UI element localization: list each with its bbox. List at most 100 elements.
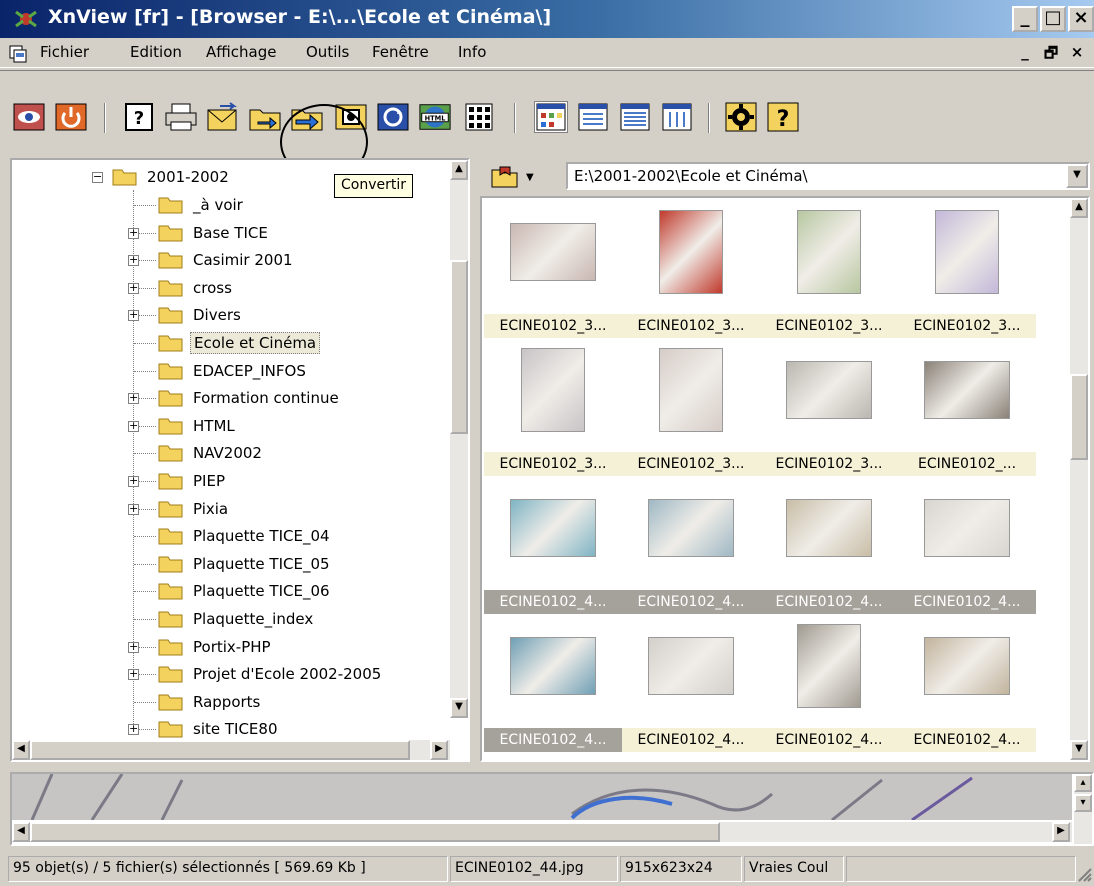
- resize-grip-icon[interactable]: [1076, 866, 1092, 882]
- scroll-up-arrow-icon[interactable]: ▴: [1074, 774, 1092, 792]
- tree-item[interactable]: + Portix-PHP: [122, 634, 274, 660]
- scroll-thumb[interactable]: [1070, 374, 1088, 460]
- mdi-minimize-button[interactable]: _: [1014, 43, 1036, 63]
- capture-button[interactable]: [334, 101, 368, 133]
- thumbnail-item[interactable]: ECINE0102_3...: [622, 338, 760, 476]
- thumbnail-item[interactable]: ECINE0102_4...: [760, 614, 898, 752]
- tree-item[interactable]: + cross: [122, 275, 235, 301]
- convert-button[interactable]: [290, 101, 324, 133]
- slideshow-button[interactable]: [376, 101, 410, 133]
- mdi-restore-button[interactable]: 🗗: [1040, 43, 1062, 63]
- tree-item[interactable]: + Base TICE: [122, 220, 271, 246]
- tree-item[interactable]: + Pixia: [122, 496, 231, 522]
- menu-fenetre[interactable]: Fenêtre: [372, 43, 429, 61]
- tree-item[interactable]: + Projet d'Ecole 2002-2005: [122, 661, 384, 687]
- thumbnail-item[interactable]: ECINE0102_4...: [484, 614, 622, 752]
- tree-item[interactable]: + Formation continue: [122, 385, 342, 411]
- scroll-thumb[interactable]: [30, 740, 410, 760]
- thumbnail-item[interactable]: ECINE0102_3...: [484, 338, 622, 476]
- thumbnail-item[interactable]: ECINE0102_4...: [622, 614, 760, 752]
- thumbnail-item[interactable]: ECINE0102_3...: [898, 200, 1036, 338]
- close-button[interactable]: ×: [1068, 6, 1094, 32]
- help-button[interactable]: ?: [122, 101, 156, 133]
- thumbnail-grid[interactable]: ECINE0102_3... ECINE0102_3... ECINE0102_3.…: [480, 196, 1090, 762]
- expand-icon[interactable]: +: [128, 475, 139, 487]
- expand-icon[interactable]: +: [128, 668, 139, 681]
- view-list-button[interactable]: [618, 101, 652, 133]
- web-page-button[interactable]: HTML: [418, 101, 452, 133]
- expand-icon[interactable]: +: [128, 282, 139, 294]
- menu-info[interactable]: Info: [458, 43, 486, 61]
- xnview-app-icon[interactable]: [14, 8, 38, 30]
- expand-icon[interactable]: +: [128, 392, 139, 405]
- preview-panel[interactable]: ◀ ▶ ▴ ▾: [10, 772, 1094, 846]
- viewer-eye-button[interactable]: [12, 101, 46, 133]
- thumbnail-item[interactable]: ECINE0102_4...: [898, 614, 1036, 752]
- scroll-down-arrow-icon[interactable]: ▼: [1070, 740, 1088, 760]
- thumbnail-item[interactable]: ECINE0102_4...: [898, 476, 1036, 614]
- tree-item[interactable]: _à voir: [122, 192, 246, 218]
- expand-icon[interactable]: +: [128, 420, 139, 432]
- menu-affichage[interactable]: Affichage: [206, 43, 276, 61]
- minimize-button[interactable]: _: [1012, 6, 1038, 32]
- tree-item[interactable]: Rapports: [122, 689, 263, 715]
- menu-edition[interactable]: Edition: [130, 43, 182, 61]
- menu-outils[interactable]: Outils: [306, 43, 349, 61]
- favorites-dropdown-button[interactable]: ▼: [490, 164, 552, 190]
- options-button[interactable]: [724, 101, 758, 133]
- title-bar[interactable]: XnView [fr] - [Browser - E:\...\Ecole et…: [0, 0, 1094, 38]
- thumbnail-item[interactable]: ECINE0102_3...: [760, 338, 898, 476]
- mdi-close-button[interactable]: ×: [1066, 43, 1088, 63]
- scroll-down-arrow-icon[interactable]: ▼: [450, 698, 468, 718]
- print-button[interactable]: [164, 101, 198, 133]
- thumbnail-item[interactable]: ECINE0102_4...: [622, 476, 760, 614]
- combo-arrow-icon[interactable]: ▼: [1066, 164, 1088, 188]
- tree-item[interactable]: + Casimir 2001: [122, 247, 296, 273]
- expand-icon[interactable]: +: [128, 254, 139, 267]
- tree-item[interactable]: Ecole et Cinéma: [122, 330, 321, 356]
- expand-icon[interactable]: +: [128, 503, 139, 515]
- preview-horizontal-scrollbar[interactable]: ◀ ▶: [12, 822, 1072, 842]
- send-button[interactable]: [206, 101, 240, 133]
- tree-item[interactable]: EDACEP_INFOS: [122, 358, 309, 384]
- scroll-thumb[interactable]: [30, 822, 720, 842]
- tree-item[interactable]: NAV2002: [122, 440, 265, 466]
- tree-item[interactable]: Plaquette TICE_05: [122, 551, 333, 577]
- menu-fichier[interactable]: Fichier: [40, 43, 89, 61]
- expand-icon[interactable]: +: [128, 723, 139, 736]
- thumbnail-item[interactable]: ECINE0102_4...: [484, 476, 622, 614]
- tree-item[interactable]: + Divers: [122, 302, 244, 328]
- tree-item[interactable]: + site TICE80: [122, 716, 281, 742]
- contact-sheet-button[interactable]: [462, 101, 496, 133]
- refresh-button[interactable]: [54, 101, 88, 133]
- tree-horizontal-scrollbar[interactable]: ◀ ▶: [12, 740, 450, 760]
- scroll-down-arrow-icon[interactable]: ▾: [1074, 794, 1092, 812]
- tree-item[interactable]: Plaquette TICE_04: [122, 523, 333, 549]
- thumbnail-item[interactable]: ECINE0102_4...: [760, 476, 898, 614]
- convert-folder-button[interactable]: [248, 101, 282, 133]
- expand-icon[interactable]: +: [128, 309, 139, 322]
- thumbnail-item[interactable]: ECINE0102_...: [898, 338, 1036, 476]
- thumbnail-vertical-scrollbar[interactable]: ▲ ▼: [1070, 198, 1088, 760]
- path-combo-box[interactable]: E:\2001-2002\Ecole et Cinéma\ ▼: [566, 162, 1090, 190]
- about-button[interactable]: ?: [766, 101, 800, 133]
- tree-root-node[interactable]: − 2001-2002: [92, 164, 232, 190]
- document-window-icon[interactable]: [8, 44, 28, 64]
- view-thumbnails-button[interactable]: [534, 101, 568, 133]
- preview-vertical-scrollbar[interactable]: ▴ ▾: [1074, 774, 1092, 844]
- tree-item[interactable]: + PIEP: [122, 468, 228, 494]
- scroll-left-arrow-icon[interactable]: ◀: [12, 740, 30, 760]
- scroll-right-arrow-icon[interactable]: ▶: [1052, 822, 1070, 842]
- thumbnail-item[interactable]: ECINE0102_3...: [760, 200, 898, 338]
- scroll-left-arrow-icon[interactable]: ◀: [12, 822, 30, 842]
- tree-vertical-scrollbar[interactable]: ▲ ▼: [450, 160, 468, 718]
- scroll-up-arrow-icon[interactable]: ▲: [1070, 198, 1088, 218]
- scroll-up-arrow-icon[interactable]: ▲: [450, 160, 468, 180]
- view-details-button[interactable]: [576, 101, 610, 133]
- scroll-thumb[interactable]: [450, 260, 468, 434]
- folder-tree[interactable]: − 2001-2002 _à voir + Base TICE + Casimir 20…: [10, 158, 470, 762]
- scroll-right-arrow-icon[interactable]: ▶: [430, 740, 448, 760]
- tree-item[interactable]: Plaquette_index: [122, 606, 316, 632]
- tree-item[interactable]: Plaquette TICE_06: [122, 578, 333, 604]
- view-columns-button[interactable]: [660, 101, 694, 133]
